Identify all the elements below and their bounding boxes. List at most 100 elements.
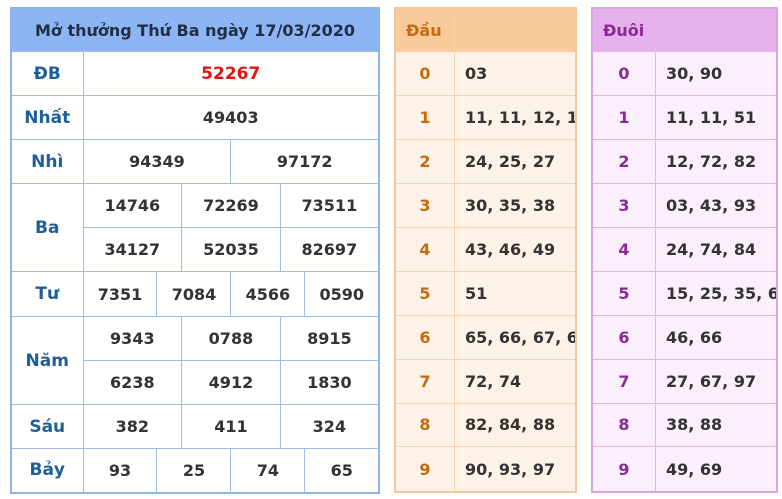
prize-label-db: ĐB: [10, 51, 84, 96]
table-row: 7 27, 67, 97: [591, 358, 778, 404]
dau-key: 6: [394, 314, 455, 360]
dau-key: 2: [394, 138, 455, 184]
table-row: 4 43, 46, 49: [394, 226, 577, 272]
prize-value: 93: [82, 448, 158, 493]
table-row: 6 46, 66: [591, 314, 778, 360]
lottery-results-table: Mở thưởng Thứ Ba ngày 17/03/2020 ĐB 5226…: [10, 7, 380, 494]
prize-label-bay: Bảy: [10, 448, 84, 493]
duoi-value: 15, 25, 35, 65: [655, 270, 778, 316]
table-row: 8 38, 88: [591, 402, 778, 448]
dau-value: 30, 35, 38: [454, 182, 577, 228]
table-row: 4 24, 74, 84: [591, 226, 778, 272]
duoi-value: 24, 74, 84: [655, 226, 778, 272]
prize-value: 94349: [82, 139, 232, 184]
table-row: 2 24, 25, 27: [394, 138, 577, 184]
prize-value: 9343: [82, 316, 183, 361]
duoi-value: 03, 43, 93: [655, 182, 778, 228]
dau-key: 7: [394, 358, 455, 404]
prize-value: 52267: [82, 51, 380, 96]
duoi-key: 4: [591, 226, 656, 272]
table-row: 9 90, 93, 97: [394, 446, 577, 493]
prize-label-nhi: Nhì: [10, 139, 84, 184]
prize-label-tu: Tư: [10, 271, 84, 317]
prize-value: 8915: [279, 316, 380, 361]
dau-key: 8: [394, 402, 455, 448]
dau-key: 4: [394, 226, 455, 272]
table-row: 3 03, 43, 93: [591, 182, 778, 228]
duoi-value: 27, 67, 97: [655, 358, 778, 404]
dau-value: 65, 66, 67, 69: [454, 314, 577, 360]
prize-value: 7351: [82, 271, 158, 317]
dau-value: 24, 25, 27: [454, 138, 577, 184]
prize-value: 97172: [230, 139, 380, 184]
table-row: 3 30, 35, 38: [394, 182, 577, 228]
table-row: 2 12, 72, 82: [591, 138, 778, 184]
dau-value: 11, 11, 12, 15: [454, 94, 577, 140]
duoi-header: Đuôi: [591, 7, 656, 52]
dau-key: 9: [394, 446, 455, 493]
table-row: 515, 25, 35, 65: [591, 270, 778, 316]
prize-value: 73511: [279, 183, 380, 228]
prize-value: 82697: [279, 227, 380, 272]
prize-value: 72269: [181, 183, 281, 228]
prize-value: 4912: [181, 360, 281, 405]
prize-value: 411: [181, 404, 281, 449]
prize-label-nhat: Nhất: [10, 95, 84, 140]
duoi-value: 30, 90: [655, 51, 778, 96]
duoi-key: 8: [591, 402, 656, 448]
prize-value: 382: [82, 404, 183, 449]
dau-key: 5: [394, 270, 455, 316]
prize-value: 7084: [156, 271, 232, 317]
dau-table: Đầu 003 111, 11, 12, 15 224, 25, 27 330,…: [394, 7, 577, 493]
table-row: 7 72, 74: [394, 358, 577, 404]
dau-header: Đầu: [394, 7, 455, 52]
duoi-key: 0: [591, 51, 656, 96]
prize-value: 52035: [181, 227, 281, 272]
table-row: 111, 11, 12, 15: [394, 94, 577, 140]
prize-value: 4566: [230, 271, 306, 317]
prize-value: 49403: [82, 95, 380, 140]
prize-value: 6238: [82, 360, 183, 405]
prize-value: 0788: [181, 316, 281, 361]
table-row: 0 30, 90: [591, 51, 778, 96]
duoi-key: 3: [591, 182, 656, 228]
prize-value: 74: [230, 448, 306, 493]
table-row: 5 51: [394, 270, 577, 316]
duoi-header-blank: [655, 7, 778, 52]
prize-label-ba: Ba: [10, 183, 84, 272]
dau-value: 43, 46, 49: [454, 226, 577, 272]
results-title: Mở thưởng Thứ Ba ngày 17/03/2020: [10, 7, 380, 52]
dau-value: 90, 93, 97: [454, 446, 577, 493]
prize-value: 0590: [304, 271, 380, 317]
duoi-table: Đuôi 0 30, 90 1 11, 11, 51 2 12, 72, 82 3 03…: [591, 7, 778, 493]
duoi-value: 49, 69: [655, 446, 778, 493]
duoi-key: 2: [591, 138, 656, 184]
prize-label-sau: Sáu: [10, 404, 84, 449]
table-row: 0 03: [394, 51, 577, 96]
dau-key: 0: [394, 51, 455, 96]
duoi-value: 38, 88: [655, 402, 778, 448]
dau-value: 51: [454, 270, 577, 316]
duoi-key: 9: [591, 446, 656, 493]
duoi-value: 12, 72, 82: [655, 138, 778, 184]
prize-value: 34127: [82, 227, 183, 272]
duoi-key: 5: [591, 270, 656, 316]
prize-label-nam: Năm: [10, 316, 84, 405]
prize-value: 65: [304, 448, 380, 493]
dau-key: 3: [394, 182, 455, 228]
dau-value: 82, 84, 88: [454, 402, 577, 448]
duoi-key: 1: [591, 94, 656, 140]
table-row: 1 11, 11, 51: [591, 94, 778, 140]
duoi-value: 11, 11, 51: [655, 94, 778, 140]
prize-value: 14746: [82, 183, 183, 228]
duoi-key: 6: [591, 314, 656, 360]
duoi-key: 7: [591, 358, 656, 404]
dau-value: 72, 74: [454, 358, 577, 404]
dau-header-blank: [454, 7, 577, 52]
prize-value: 324: [279, 404, 380, 449]
prize-value: 1830: [279, 360, 380, 405]
duoi-value: 46, 66: [655, 314, 778, 360]
dau-key: 1: [394, 94, 455, 140]
table-row: 9 49, 69: [591, 446, 778, 493]
dau-value: 03: [454, 51, 577, 96]
